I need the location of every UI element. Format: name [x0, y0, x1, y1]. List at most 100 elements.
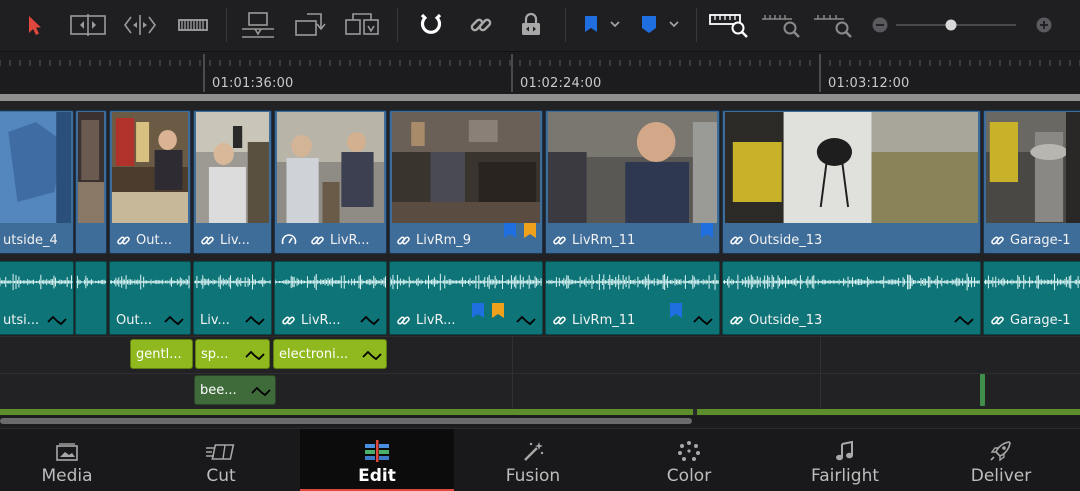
snapping-toggle[interactable]: [414, 8, 448, 42]
volume-curve-icon[interactable]: [362, 348, 382, 362]
dynamic-trim-button[interactable]: [122, 8, 158, 42]
link-icon: [397, 316, 410, 324]
clip-name: Outside_13: [749, 232, 823, 248]
volume-curve-icon[interactable]: [164, 313, 184, 327]
position-lock-toggle[interactable]: [514, 8, 548, 42]
link-icon: [282, 316, 295, 324]
volume-curve-icon[interactable]: [360, 313, 380, 327]
page-tab-label: Color: [666, 466, 712, 486]
video-clip[interactable]: Liv...: [193, 110, 272, 254]
blue-flag-icon[interactable]: [470, 302, 486, 320]
resolve-edit-page: 01:01:36:00 01:02:24:00 01:03:12:00 utsi…: [0, 0, 1080, 491]
deliver-page-icon: [990, 441, 1011, 462]
volume-curve-icon[interactable]: [516, 313, 536, 327]
insert-clip-button[interactable]: [240, 8, 276, 42]
audio-clip[interactable]: LivR...: [389, 261, 543, 335]
sound-effect-clip[interactable]: [980, 374, 985, 406]
video-clip[interactable]: LivR...: [274, 110, 387, 254]
plus-icon: [1036, 17, 1052, 33]
linked-selection-toggle[interactable]: [464, 8, 498, 42]
clip-thumbnail: [78, 112, 104, 223]
zoom-slider[interactable]: [892, 8, 1020, 42]
clip-name: Out...: [116, 312, 152, 328]
audio-clip[interactable]: Out...: [109, 261, 191, 335]
audio-clip[interactable]: LivR...: [274, 261, 387, 335]
zoom-in-button[interactable]: [1034, 8, 1054, 42]
replace-clip-button[interactable]: [342, 8, 382, 42]
video-clip[interactable]: Outside_13: [722, 110, 981, 254]
volume-curve-icon[interactable]: [47, 313, 67, 327]
video-clip[interactable]: LivRm_11: [545, 110, 720, 254]
audio-waveform: [390, 273, 542, 291]
clip-thumbnail: [725, 112, 978, 223]
page-tab-edit[interactable]: Edit: [300, 429, 454, 491]
full-extent-zoom-button[interactable]: [708, 8, 750, 42]
blue-flag-icon[interactable]: [502, 222, 518, 240]
video-clip[interactable]: LivRm_9: [389, 110, 543, 254]
volume-curve-icon[interactable]: [954, 313, 974, 327]
clip-thumbnail: [277, 112, 384, 223]
volume-curve-icon[interactable]: [245, 313, 265, 327]
clip-name: gentl...: [136, 346, 182, 362]
clip-name: LivRm_11: [572, 232, 636, 248]
zoom-out-button[interactable]: [870, 8, 890, 42]
overwrite-clip-button[interactable]: [292, 8, 328, 42]
link-icon: [470, 18, 492, 32]
audio-clip[interactable]: Outside_13: [722, 261, 981, 335]
marker-dropdown[interactable]: [636, 8, 684, 42]
clip-name: Garage-1: [1010, 232, 1071, 248]
link-icon: [730, 236, 743, 244]
speed-change-icon: [281, 234, 297, 245]
page-tab-cut[interactable]: Cut: [144, 429, 298, 491]
clip-name: Garage-1: [1010, 312, 1071, 328]
scrollbar-thumb[interactable]: [0, 418, 692, 424]
music-clip[interactable]: gentl...: [130, 339, 193, 369]
video-clip[interactable]: utside_4: [0, 110, 74, 254]
trim-edit-mode-button[interactable]: [68, 8, 108, 42]
orange-flag-icon[interactable]: [522, 222, 538, 240]
volume-curve-icon[interactable]: [251, 384, 271, 398]
page-tab-deliver[interactable]: Deliver: [924, 429, 1078, 491]
volume-curve-icon[interactable]: [245, 348, 265, 362]
flag-dropdown[interactable]: [578, 8, 624, 42]
clip-name: LivR...: [330, 232, 370, 248]
clip-name: LivRm_9: [416, 232, 472, 248]
flag-icon: [585, 16, 620, 32]
audio-clip[interactable]: LivRm_11: [545, 261, 720, 335]
custom-zoom-button[interactable]: [812, 8, 854, 42]
audio-clip[interactable]: [75, 261, 107, 335]
audio-clip[interactable]: utsi...: [0, 261, 74, 335]
audio-clip[interactable]: Garage-1: [983, 261, 1080, 335]
audio-waveform: [275, 274, 386, 290]
timeline-overview-bar[interactable]: [0, 409, 1080, 415]
blade-edit-button[interactable]: [176, 8, 210, 42]
link-icon: [553, 236, 566, 244]
music-clip[interactable]: electroni...: [273, 339, 387, 369]
blue-flag-icon[interactable]: [699, 222, 715, 240]
blue-flag-icon[interactable]: [668, 302, 684, 320]
timeline-scroll-indicator[interactable]: [0, 94, 1080, 101]
music-clip[interactable]: sp...: [195, 339, 270, 369]
audio-waveform: [723, 273, 980, 291]
video-clip[interactable]: [75, 110, 107, 254]
horizontal-scrollbar[interactable]: [0, 416, 1080, 426]
volume-curve-icon[interactable]: [693, 313, 713, 327]
audio-waveform: [110, 274, 190, 290]
clip-name: Out...: [136, 232, 172, 248]
page-tab-label: Fusion: [505, 466, 561, 486]
sound-effect-clip[interactable]: bee...: [194, 375, 276, 405]
page-tab-fusion[interactable]: Fusion: [456, 429, 610, 491]
page-tab-fairlight[interactable]: Fairlight: [768, 429, 922, 491]
selection-mode-button[interactable]: [20, 8, 50, 42]
audio-waveform: [0, 273, 73, 291]
page-tab-color[interactable]: Color: [612, 429, 766, 491]
audio-clip[interactable]: Liv...: [193, 261, 272, 335]
page-tab-media[interactable]: Media: [0, 429, 144, 491]
lock-icon: [522, 12, 540, 35]
video-clip[interactable]: Out...: [109, 110, 191, 254]
video-clip[interactable]: Garage-1: [983, 110, 1080, 254]
orange-flag-icon[interactable]: [490, 302, 506, 320]
clip-name: Liv...: [200, 312, 230, 328]
detail-zoom-button[interactable]: [760, 8, 802, 42]
clip-name: Outside_13: [749, 312, 823, 328]
